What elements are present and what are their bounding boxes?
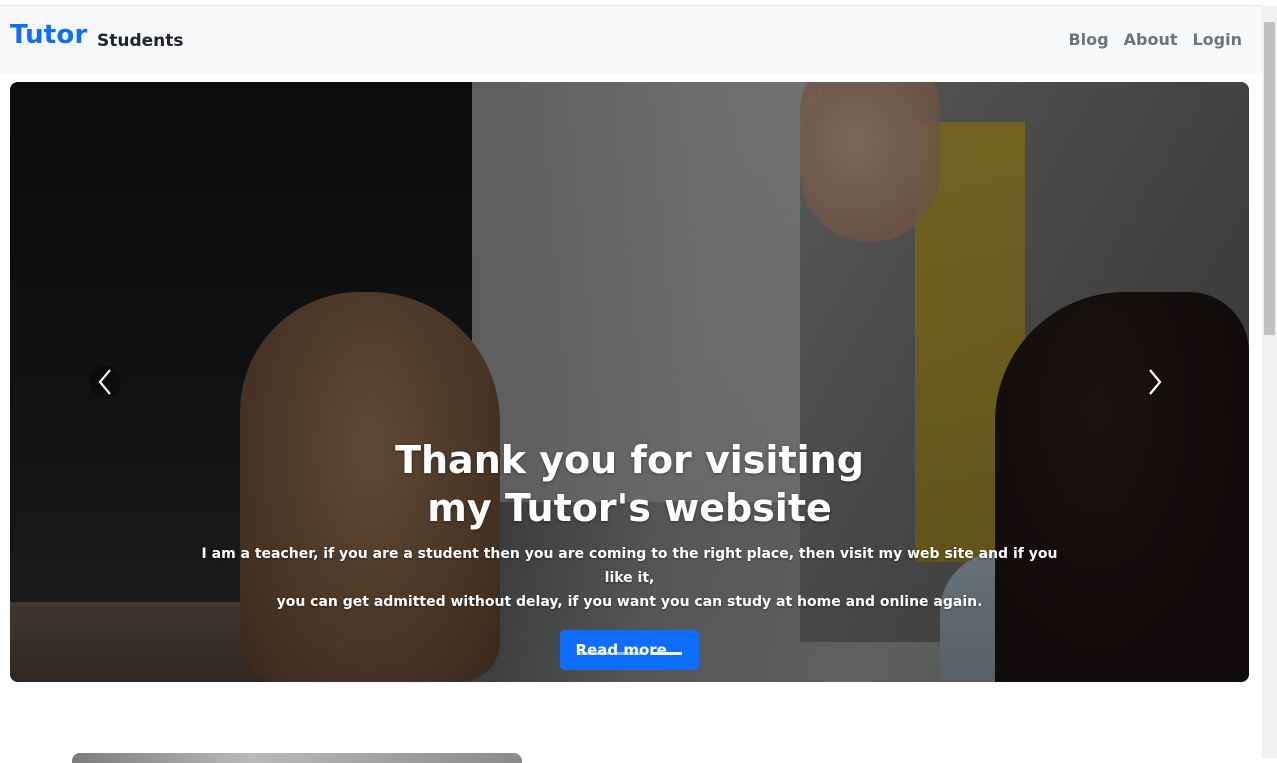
nav-links: Blog About Login bbox=[1068, 30, 1242, 49]
hero-title-line1: Thank you for visiting bbox=[395, 438, 864, 482]
carousel-indicators bbox=[579, 652, 681, 655]
carousel-prev-button[interactable] bbox=[88, 362, 122, 402]
hero-text-line1: I am a teacher, if you are a student the… bbox=[201, 546, 1058, 586]
nav-link-blog[interactable]: Blog bbox=[1068, 30, 1108, 49]
indicator-slide-3[interactable] bbox=[651, 652, 681, 655]
brand-logo[interactable]: Tutor bbox=[10, 20, 88, 50]
brand-subtitle[interactable]: Students bbox=[97, 31, 184, 51]
read-more-button[interactable]: Read more .. bbox=[559, 630, 700, 670]
hero-caption: Thank you for visiting my Tutor's websit… bbox=[10, 436, 1249, 670]
hero-title: Thank you for visiting my Tutor's websit… bbox=[10, 436, 1249, 532]
hero-title-line2: my Tutor's website bbox=[427, 486, 832, 530]
carousel-next-button[interactable] bbox=[1138, 362, 1172, 402]
chevron-right-icon bbox=[1149, 369, 1162, 395]
nav-link-about[interactable]: About bbox=[1124, 30, 1178, 49]
scrollbar[interactable] bbox=[1262, 6, 1277, 758]
hero-text: I am a teacher, if you are a student the… bbox=[190, 542, 1070, 614]
chevron-left-icon bbox=[98, 369, 111, 395]
hero-carousel: Thank you for visiting my Tutor's websit… bbox=[10, 82, 1249, 682]
indicator-slide-1[interactable] bbox=[579, 652, 609, 655]
card-image-peek bbox=[72, 753, 522, 763]
scrollbar-thumb[interactable] bbox=[1264, 22, 1275, 335]
nav-link-login[interactable]: Login bbox=[1192, 30, 1242, 49]
navbar: Tutor Students Blog About Login bbox=[0, 6, 1262, 74]
indicator-slide-2[interactable] bbox=[615, 652, 645, 655]
hero-text-line2: you can get admitted without delay, if y… bbox=[276, 594, 983, 610]
